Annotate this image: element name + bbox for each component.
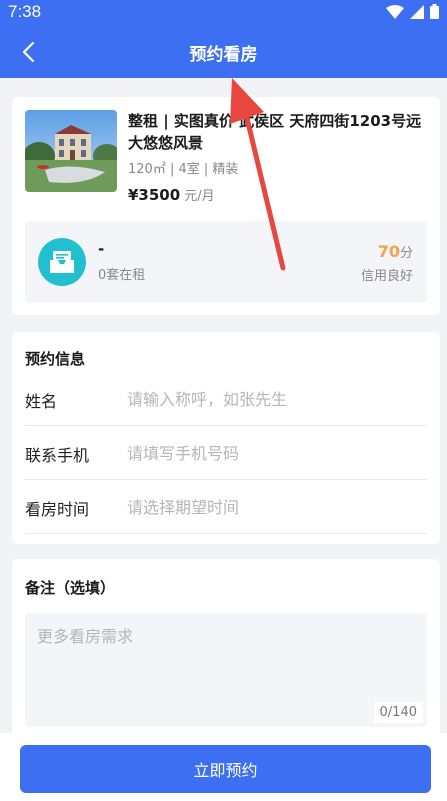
credit-score: 70分 [378,242,413,261]
status-bar: 7:38 [0,0,447,26]
price-unit: 元/月 [184,189,215,204]
phone-row: 联系手机 [25,428,427,480]
credit-score-unit: 分 [399,246,413,261]
note-title: 备注（选填） [25,579,116,597]
submit-booking-button[interactable]: 立即预约 [20,745,431,793]
viewing-time-row[interactable]: 看房时间 [25,482,427,534]
signal-icon [410,4,424,19]
note-area: 0/140 [25,613,427,727]
status-icons [386,4,439,19]
house-price: ¥3500 元/月 [128,185,215,204]
booking-info-title: 预约信息 [25,350,86,368]
name-row: 姓名 [25,374,427,426]
credit-score-value: 70 [377,242,400,261]
viewing-time-picker[interactable] [127,498,427,517]
house-meta: 120㎡ | 4室 | 精装 [128,162,239,177]
note-textarea[interactable] [37,623,417,713]
credit-label: 信用良好 [360,269,413,284]
house-title: 整租 | 实图真价 武侯区 天府四街1203号远大悠悠风景 [128,112,422,152]
house-card[interactable]: 整租 | 实图真价 武侯区 天府四街1203号远大悠悠风景 120㎡ | 4室 … [12,97,440,315]
landlord-listing-count: 0套在租 [98,268,146,283]
landlord-avatar [38,238,86,286]
battery-icon [430,4,439,19]
booking-form-card: 预约信息 姓名 联系手机 看房时间 [12,332,440,544]
note-card: 备注（选填） 0/140 [12,559,440,749]
status-time: 7:38 [8,2,42,21]
price-value: ¥3500 [128,186,181,204]
name-label: 姓名 [25,391,58,411]
viewing-time-label: 看房时间 [25,499,90,519]
landlord-avatar-icon [50,251,74,273]
nav-bar: 预约看房 [0,26,447,78]
bottom-bar: 立即预约 [0,733,447,801]
name-input[interactable] [127,390,427,409]
landlord-info[interactable]: - 0套在租 70分 信用良好 [25,221,427,303]
phone-label: 联系手机 [25,445,90,465]
house-thumbnail[interactable] [25,110,117,192]
note-char-counter: 0/140 [373,702,423,723]
page-title: 预约看房 [189,45,258,65]
phone-input[interactable] [127,444,427,463]
landlord-name: - [98,240,105,258]
wifi-icon [386,4,404,19]
